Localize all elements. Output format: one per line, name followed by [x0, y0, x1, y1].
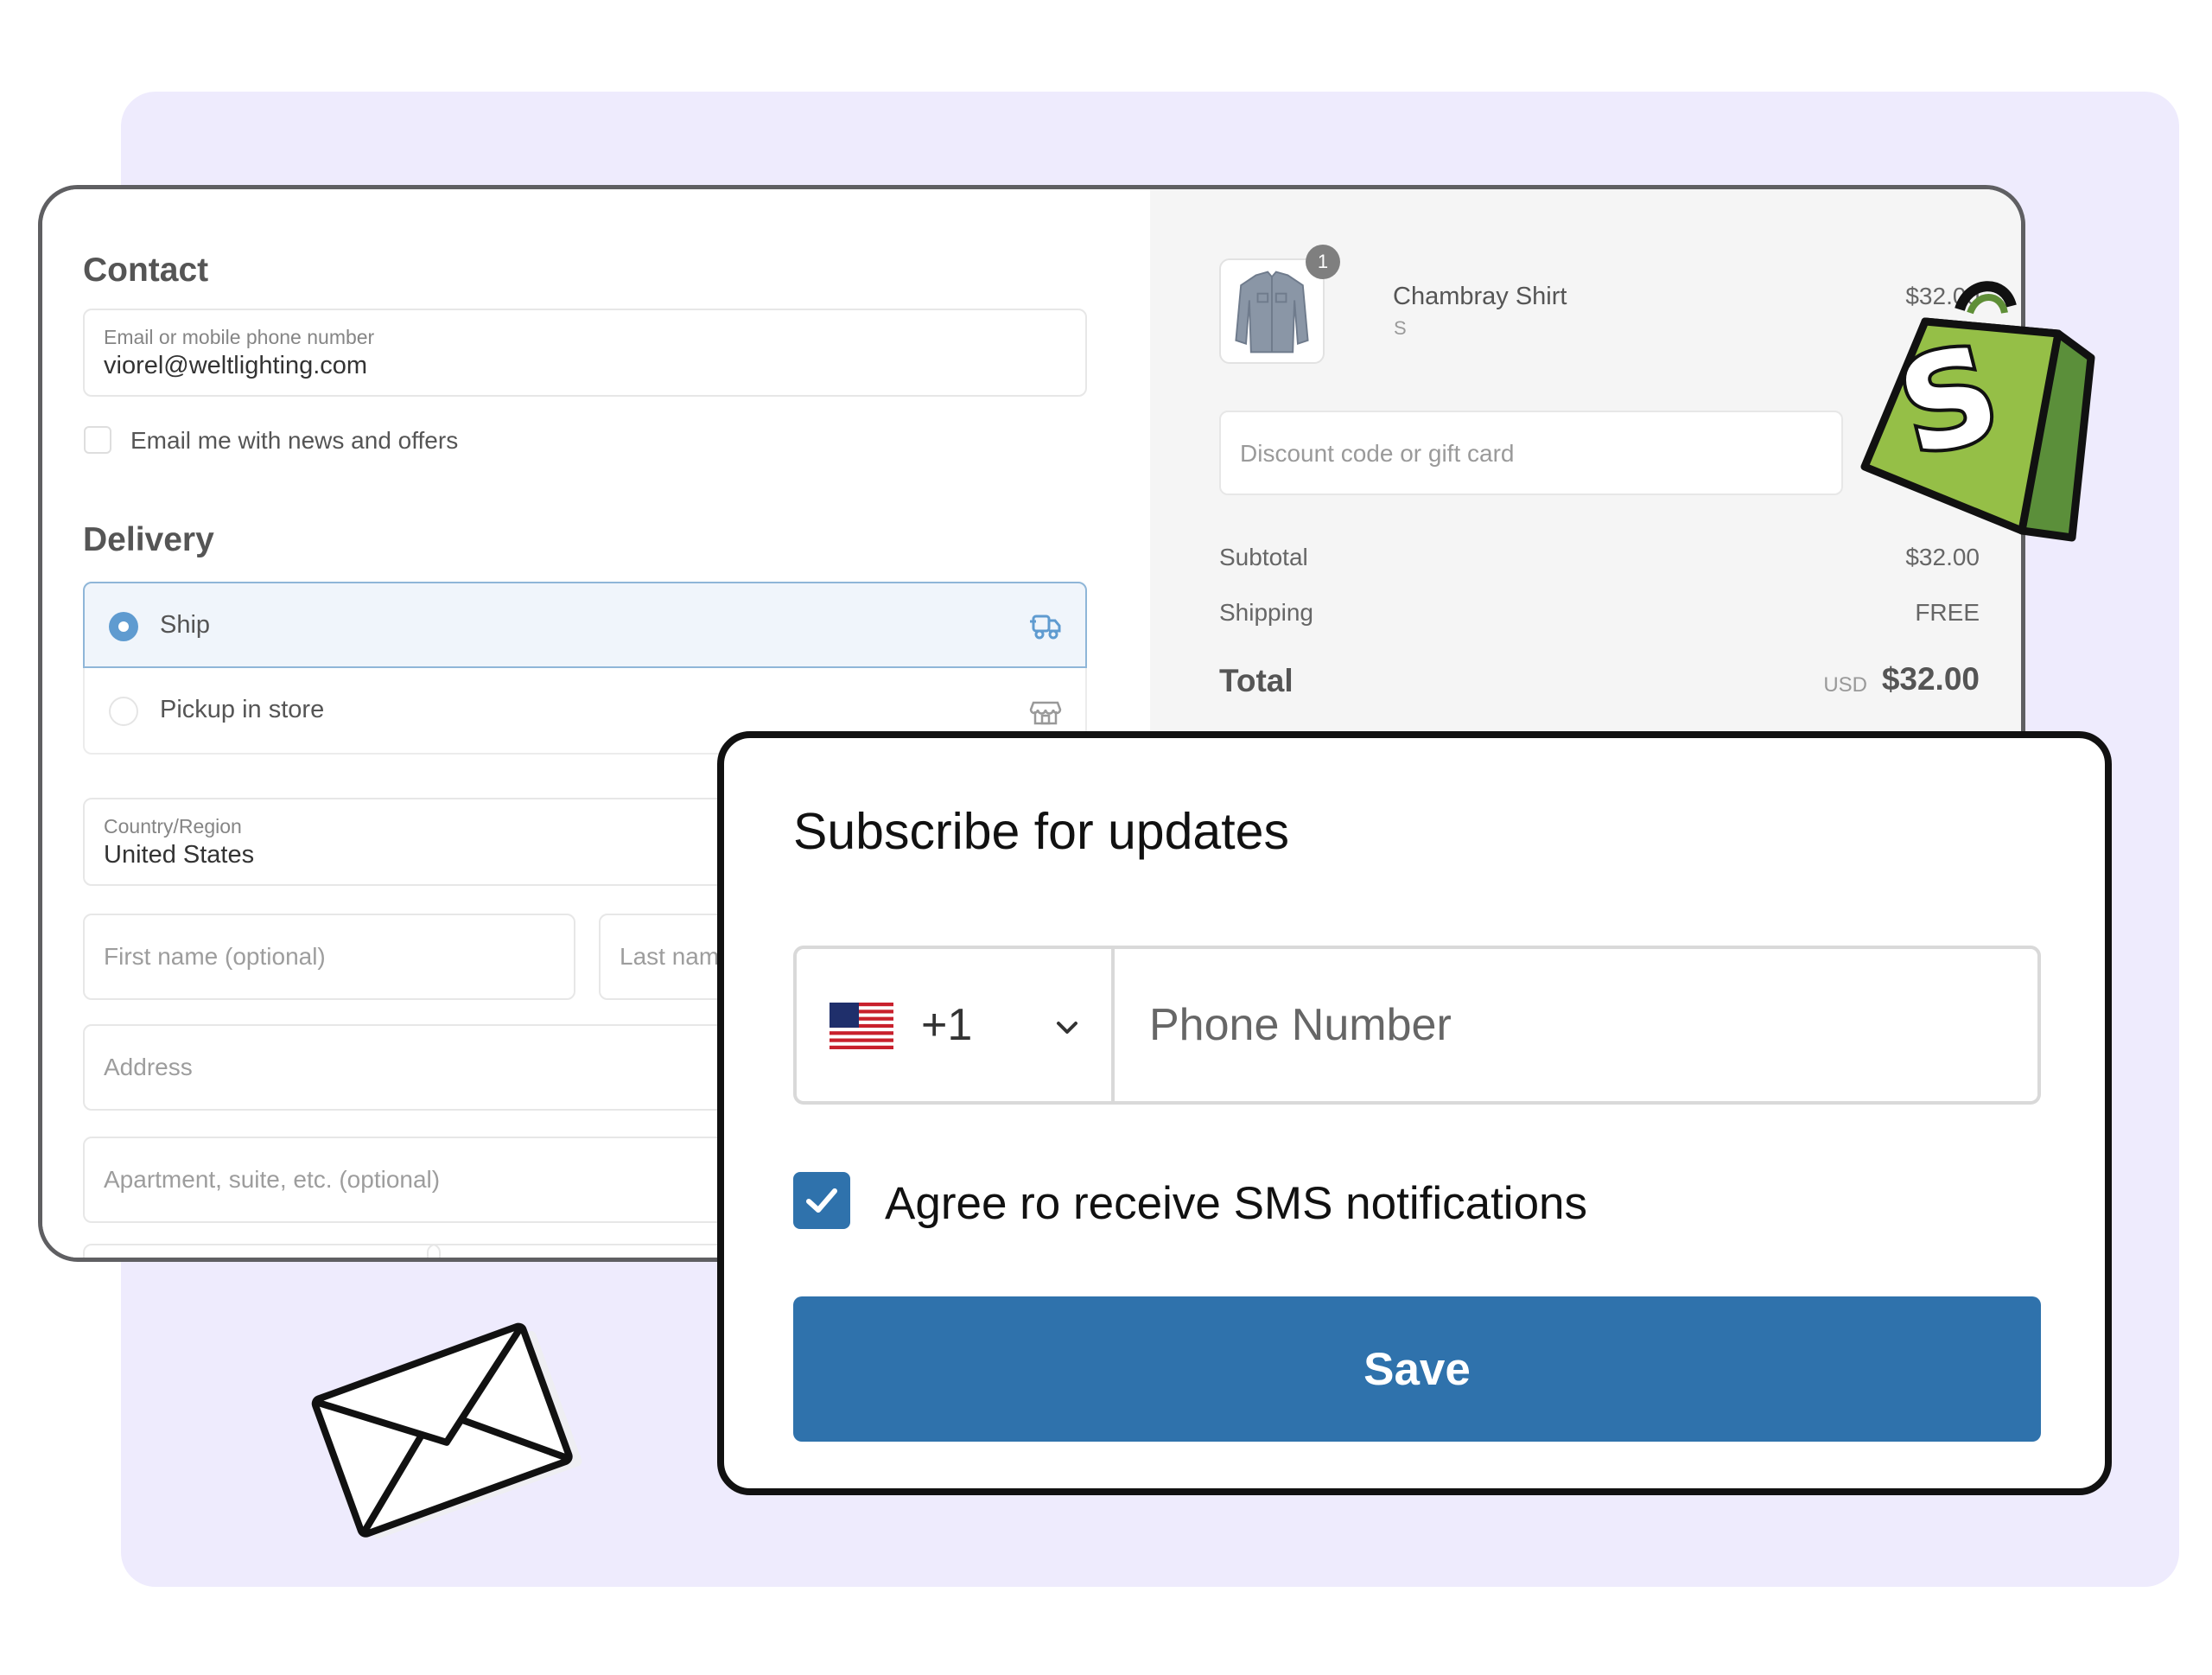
address-placeholder: Address — [104, 1054, 193, 1080]
subtotal-label: Subtotal — [1219, 544, 1308, 570]
shipping-value: FREE — [1915, 599, 1980, 626]
sms-consent-checkbox[interactable] — [793, 1172, 850, 1229]
first-name-placeholder: First name (optional) — [104, 943, 326, 970]
checkmark-icon — [806, 1188, 837, 1213]
pickup-label: Pickup in store — [160, 696, 325, 723]
first-name-input[interactable]: First name (optional) — [83, 914, 575, 1000]
store-icon — [1029, 701, 1062, 725]
product-name: Chambray Shirt — [1393, 283, 1567, 310]
modal-title: Subscribe for updates — [793, 803, 1289, 860]
shipping-label: Shipping — [1219, 599, 1313, 626]
us-flag-icon — [830, 1003, 893, 1049]
shopify-bag-icon: S — [1860, 281, 2095, 542]
ship-radio[interactable] — [109, 612, 138, 641]
apartment-placeholder: Apartment, suite, etc. (optional) — [104, 1166, 441, 1193]
city-input[interactable] — [83, 1244, 441, 1258]
email-field[interactable]: Email or mobile phone number viorel@welt… — [83, 309, 1087, 397]
total-currency: USD — [1823, 673, 1867, 697]
shipping-row: Shipping FREE — [1219, 599, 1980, 627]
country-label: Country/Region — [104, 815, 242, 838]
contact-heading: Contact — [83, 252, 209, 289]
country-value: United States — [104, 841, 255, 869]
chevron-down-icon — [1057, 1022, 1077, 1034]
shirt-icon — [1235, 271, 1309, 353]
email-field-value: viorel@weltlighting.com — [104, 352, 368, 379]
sms-consent-label: Agree ro receive SMS notifications — [885, 1178, 1588, 1229]
pickup-radio[interactable] — [109, 697, 138, 726]
country-code-value: +1 — [921, 1000, 973, 1050]
ship-label: Ship — [160, 611, 211, 639]
phone-field-group: +1 — [793, 946, 2041, 1105]
product-variant: S — [1394, 317, 1407, 339]
total-value: $32.00 — [1881, 661, 1980, 697]
product-thumbnail — [1219, 258, 1325, 364]
delivery-option-ship[interactable]: Ship — [83, 582, 1087, 668]
save-button[interactable]: Save — [793, 1296, 2041, 1442]
total-label: Total — [1219, 663, 1294, 698]
truck-icon — [1030, 615, 1061, 640]
phone-number-input[interactable] — [1115, 949, 2037, 1101]
news-checkbox[interactable] — [84, 426, 111, 454]
envelope-icon — [311, 1322, 582, 1539]
discount-input[interactable]: Discount code or gift card — [1219, 411, 1843, 495]
delivery-method-group: Ship Pickup in store — [83, 582, 1087, 755]
discount-placeholder: Discount code or gift card — [1240, 440, 1515, 467]
last-name-placeholder: Last name — [620, 943, 733, 970]
delivery-heading: Delivery — [83, 521, 214, 558]
news-checkbox-label: Email me with news and offers — [130, 427, 459, 454]
quantity-badge: 1 — [1306, 245, 1340, 279]
email-field-label: Email or mobile phone number — [104, 326, 375, 348]
country-code-select[interactable]: +1 — [797, 949, 1115, 1101]
subscribe-modal: Subscribe for updates +1 Agr — [717, 731, 2112, 1495]
